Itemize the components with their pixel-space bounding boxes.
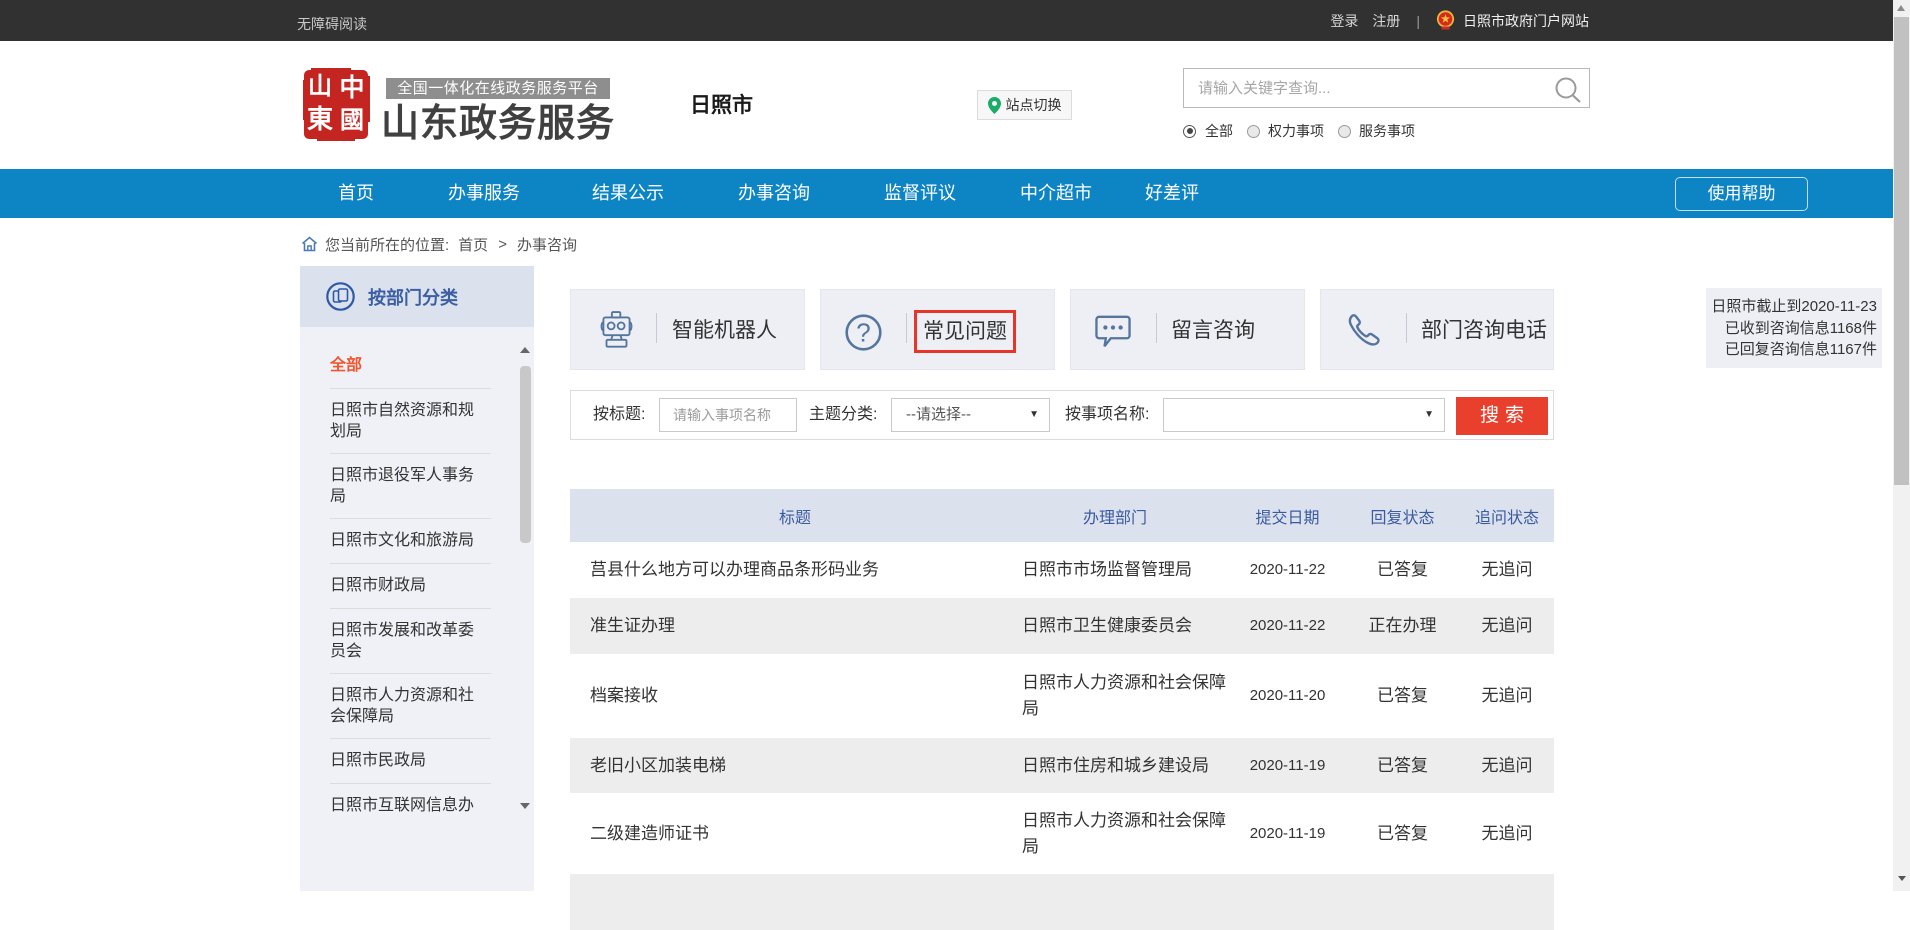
svg-text:中: 中 <box>339 74 364 102</box>
svg-text:東: 東 <box>307 105 333 134</box>
svg-text:?: ? <box>856 318 870 348</box>
svg-text:山: 山 <box>308 73 332 100</box>
svg-text:國: 國 <box>340 108 364 134</box>
